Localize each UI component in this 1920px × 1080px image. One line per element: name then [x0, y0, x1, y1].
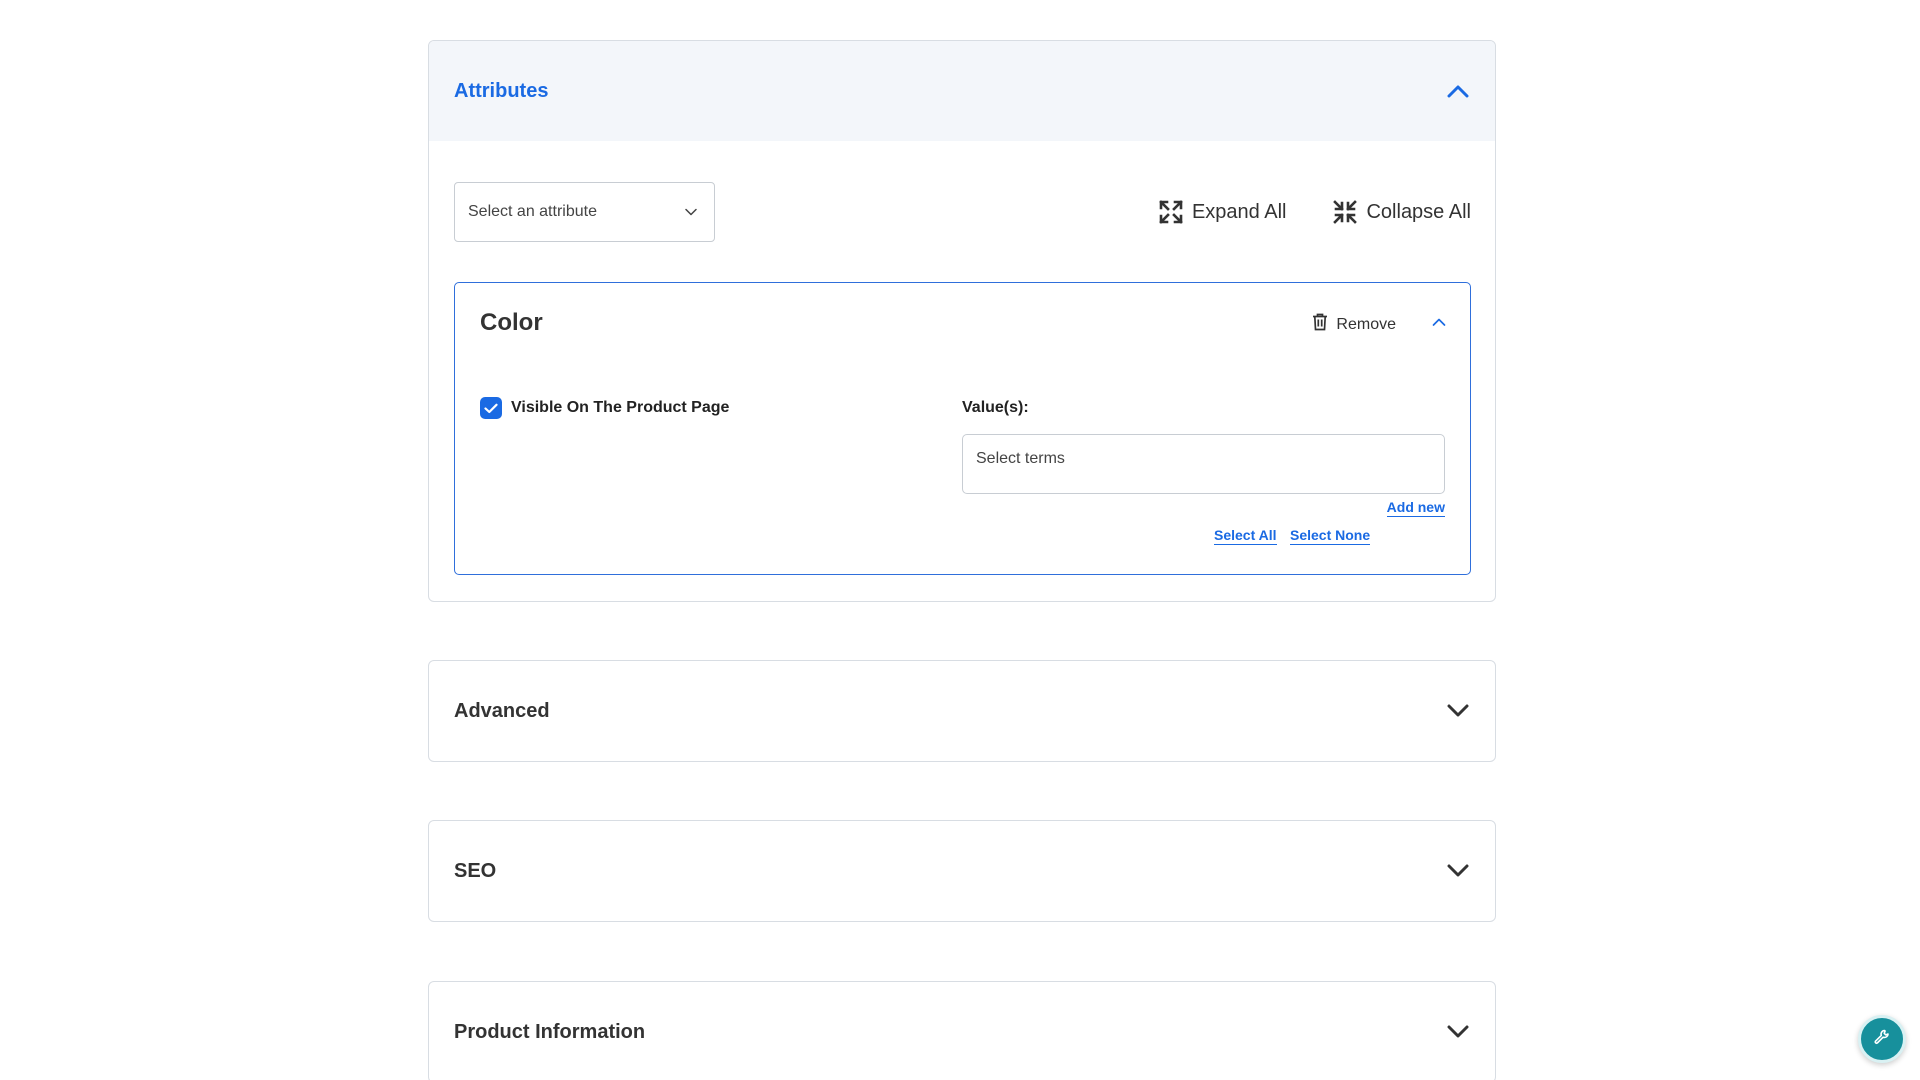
seo-panel-title: SEO	[454, 859, 497, 882]
values-label: Value(s):	[962, 399, 1029, 416]
wrench-icon	[1873, 1028, 1891, 1051]
chevron-down-icon[interactable]	[1445, 1019, 1471, 1045]
expand-all-label: Expand All	[1191, 200, 1287, 223]
select-terms-input[interactable]: Select terms	[962, 434, 1445, 494]
attributes-toolbar: Select an attribute Expand All Collapse …	[454, 182, 1471, 242]
visible-label: Visible On The Product Page	[511, 399, 730, 416]
add-new-link[interactable]: Add new	[1386, 499, 1445, 517]
collapse-all-label: Collapse All	[1366, 200, 1471, 223]
visible-checkbox[interactable]	[480, 397, 502, 419]
seo-panel: SEO	[428, 820, 1496, 922]
attribute-select[interactable]: Select an attribute	[454, 182, 715, 242]
tools-fab-button[interactable]	[1858, 1015, 1906, 1063]
attributes-panel-header[interactable]: Attributes	[429, 41, 1495, 141]
advanced-panel: Advanced	[428, 660, 1496, 762]
collapse-arrows-icon	[1332, 199, 1358, 225]
seo-panel-header[interactable]: SEO	[429, 821, 1495, 921]
collapse-all-button[interactable]: Collapse All	[1332, 199, 1471, 225]
attributes-panel: Attributes Select an attribute Expand Al…	[428, 40, 1496, 602]
trash-icon	[1312, 313, 1328, 336]
advanced-panel-title: Advanced	[454, 699, 550, 722]
attribute-name: Color	[480, 309, 543, 336]
chevron-up-icon[interactable]	[1432, 314, 1446, 332]
advanced-panel-header[interactable]: Advanced	[429, 661, 1495, 761]
expand-all-button[interactable]: Expand All	[1158, 199, 1287, 225]
expand-collapse-group: Expand All Collapse All	[1158, 199, 1471, 225]
visible-on-product-page-toggle[interactable]: Visible On The Product Page	[480, 397, 729, 419]
product-information-panel-title: Product Information	[454, 1020, 646, 1043]
attributes-panel-title: Attributes	[454, 79, 549, 102]
product-information-panel: Product Information	[428, 981, 1496, 1080]
chevron-down-icon	[685, 203, 697, 221]
attribute-select-value: Select an attribute	[468, 203, 597, 220]
select-all-link[interactable]: Select All	[1214, 527, 1277, 545]
expand-arrows-icon	[1158, 199, 1184, 225]
remove-attribute-button[interactable]: Remove	[1312, 313, 1396, 336]
attribute-card-color: Color Remove Visible On The Product Page…	[454, 282, 1471, 575]
remove-label: Remove	[1336, 315, 1396, 333]
product-information-panel-header[interactable]: Product Information	[429, 982, 1495, 1080]
select-terms-placeholder: Select terms	[976, 450, 1065, 467]
select-none-link[interactable]: Select None	[1290, 527, 1371, 545]
chevron-up-icon[interactable]	[1445, 78, 1471, 104]
chevron-down-icon[interactable]	[1445, 698, 1471, 724]
chevron-down-icon[interactable]	[1445, 858, 1471, 884]
